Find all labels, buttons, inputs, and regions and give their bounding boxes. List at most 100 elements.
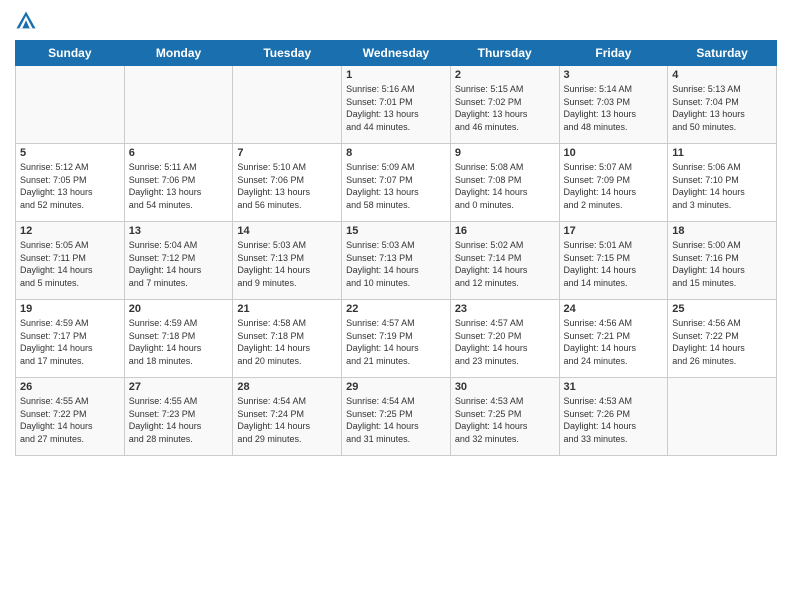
day-info: Sunrise: 5:10 AM Sunset: 7:06 PM Dayligh… [237,161,337,211]
day-info: Sunrise: 5:09 AM Sunset: 7:07 PM Dayligh… [346,161,446,211]
calendar-cell [16,66,125,144]
day-info: Sunrise: 4:57 AM Sunset: 7:20 PM Dayligh… [455,317,555,367]
day-number: 28 [237,381,337,393]
calendar-cell: 5 Sunrise: 5:12 AM Sunset: 7:05 PM Daylig… [16,144,125,222]
day-number: 30 [455,381,555,393]
day-info: Sunrise: 5:03 AM Sunset: 7:13 PM Dayligh… [346,239,446,289]
calendar-cell: 25 Sunrise: 4:56 AM Sunset: 7:22 PM Dayli… [668,300,777,378]
calendar-cell: 10 Sunrise: 5:07 AM Sunset: 7:09 PM Dayli… [559,144,668,222]
day-number: 24 [564,303,664,315]
calendar-week-5: 26 Sunrise: 4:55 AM Sunset: 7:22 PM Dayli… [16,378,777,456]
day-info: Sunrise: 4:56 AM Sunset: 7:22 PM Dayligh… [672,317,772,367]
day-number: 6 [129,147,229,159]
weekday-header-sunday: Sunday [16,41,125,66]
calendar-cell: 11 Sunrise: 5:06 AM Sunset: 7:10 PM Dayli… [668,144,777,222]
day-number: 17 [564,225,664,237]
day-info: Sunrise: 5:05 AM Sunset: 7:11 PM Dayligh… [20,239,120,289]
day-number: 12 [20,225,120,237]
calendar-cell: 14Sunrise: 5:03 AM Sunset: 7:13 PM Dayli… [233,222,342,300]
day-info: Sunrise: 5:07 AM Sunset: 7:09 PM Dayligh… [564,161,664,211]
day-info: Sunrise: 4:57 AM Sunset: 7:19 PM Dayligh… [346,317,446,367]
day-number: 23 [455,303,555,315]
day-info: Sunrise: 5:15 AM Sunset: 7:02 PM Dayligh… [455,83,555,133]
weekday-header-saturday: Saturday [668,41,777,66]
day-number: 4 [672,69,772,81]
calendar-cell: 19Sunrise: 4:59 AM Sunset: 7:17 PM Dayli… [16,300,125,378]
day-info: Sunrise: 4:54 AM Sunset: 7:25 PM Dayligh… [346,395,446,445]
calendar-cell: 6 Sunrise: 5:11 AM Sunset: 7:06 PM Daylig… [124,144,233,222]
logo [15,10,41,32]
day-info: Sunrise: 5:08 AM Sunset: 7:08 PM Dayligh… [455,161,555,211]
calendar-table: SundayMondayTuesdayWednesdayThursdayFrid… [15,40,777,456]
calendar-cell: 29 Sunrise: 4:54 AM Sunset: 7:25 PM Dayli… [342,378,451,456]
calendar-cell: 8 Sunrise: 5:09 AM Sunset: 7:07 PM Daylig… [342,144,451,222]
day-info: Sunrise: 4:53 AM Sunset: 7:26 PM Dayligh… [564,395,664,445]
day-info: Sunrise: 4:55 AM Sunset: 7:23 PM Dayligh… [129,395,229,445]
calendar-cell: 12 Sunrise: 5:05 AM Sunset: 7:11 PM Dayli… [16,222,125,300]
day-info: Sunrise: 5:14 AM Sunset: 7:03 PM Dayligh… [564,83,664,133]
day-info: Sunrise: 4:59 AM Sunset: 7:18 PM Dayligh… [129,317,229,367]
weekday-header-monday: Monday [124,41,233,66]
day-info: Sunrise: 5:01 AM Sunset: 7:15 PM Dayligh… [564,239,664,289]
day-info: Sunrise: 5:02 AM Sunset: 7:14 PM Dayligh… [455,239,555,289]
weekday-header-wednesday: Wednesday [342,41,451,66]
day-number: 5 [20,147,120,159]
day-number: 19 [20,303,120,315]
calendar-cell [124,66,233,144]
day-number: 9 [455,147,555,159]
day-number: 2 [455,69,555,81]
day-number: 3 [564,69,664,81]
day-number: 11 [672,147,772,159]
day-info: Sunrise: 4:56 AM Sunset: 7:21 PM Dayligh… [564,317,664,367]
calendar-cell [668,378,777,456]
day-number: 10 [564,147,664,159]
calendar-cell: 4 Sunrise: 5:13 AM Sunset: 7:04 PM Daylig… [668,66,777,144]
calendar-cell: 28 Sunrise: 4:54 AM Sunset: 7:24 PM Dayli… [233,378,342,456]
calendar-cell: 9 Sunrise: 5:08 AM Sunset: 7:08 PM Daylig… [450,144,559,222]
day-info: Sunrise: 5:16 AM Sunset: 7:01 PM Dayligh… [346,83,446,133]
weekday-header-tuesday: Tuesday [233,41,342,66]
day-info: Sunrise: 4:55 AM Sunset: 7:22 PM Dayligh… [20,395,120,445]
calendar-cell: 3 Sunrise: 5:14 AM Sunset: 7:03 PM Daylig… [559,66,668,144]
logo-icon [15,10,37,32]
day-number: 8 [346,147,446,159]
calendar-cell: 22Sunrise: 4:57 AM Sunset: 7:19 PM Dayli… [342,300,451,378]
day-number: 31 [564,381,664,393]
calendar-week-2: 5 Sunrise: 5:12 AM Sunset: 7:05 PM Daylig… [16,144,777,222]
calendar-cell: 24 Sunrise: 4:56 AM Sunset: 7:21 PM Dayli… [559,300,668,378]
calendar-cell [233,66,342,144]
day-number: 20 [129,303,229,315]
day-number: 18 [672,225,772,237]
calendar-cell: 30Sunrise: 4:53 AM Sunset: 7:25 PM Dayli… [450,378,559,456]
day-info: Sunrise: 5:04 AM Sunset: 7:12 PM Dayligh… [129,239,229,289]
day-number: 29 [346,381,446,393]
calendar-cell: 2 Sunrise: 5:15 AM Sunset: 7:02 PM Daylig… [450,66,559,144]
day-info: Sunrise: 5:12 AM Sunset: 7:05 PM Dayligh… [20,161,120,211]
day-info: Sunrise: 5:11 AM Sunset: 7:06 PM Dayligh… [129,161,229,211]
day-number: 27 [129,381,229,393]
day-info: Sunrise: 4:54 AM Sunset: 7:24 PM Dayligh… [237,395,337,445]
calendar-cell: 13 Sunrise: 5:04 AM Sunset: 7:12 PM Dayli… [124,222,233,300]
day-info: Sunrise: 5:03 AM Sunset: 7:13 PM Dayligh… [237,239,337,289]
day-number: 25 [672,303,772,315]
day-info: Sunrise: 5:00 AM Sunset: 7:16 PM Dayligh… [672,239,772,289]
calendar-cell: 1 Sunrise: 5:16 AM Sunset: 7:01 PM Daylig… [342,66,451,144]
calendar-cell: 17 Sunrise: 5:01 AM Sunset: 7:15 PM Dayli… [559,222,668,300]
calendar-cell: 23 Sunrise: 4:57 AM Sunset: 7:20 PM Dayli… [450,300,559,378]
day-number: 13 [129,225,229,237]
day-number: 1 [346,69,446,81]
calendar-week-3: 12 Sunrise: 5:05 AM Sunset: 7:11 PM Dayli… [16,222,777,300]
calendar-cell: 15 Sunrise: 5:03 AM Sunset: 7:13 PM Dayli… [342,222,451,300]
calendar-page: SundayMondayTuesdayWednesdayThursdayFrid… [0,0,792,612]
day-number: 26 [20,381,120,393]
weekday-header-friday: Friday [559,41,668,66]
day-number: 15 [346,225,446,237]
day-number: 21 [237,303,337,315]
calendar-cell: 16Sunrise: 5:02 AM Sunset: 7:14 PM Dayli… [450,222,559,300]
weekday-header-thursday: Thursday [450,41,559,66]
day-info: Sunrise: 5:13 AM Sunset: 7:04 PM Dayligh… [672,83,772,133]
calendar-cell: 18 Sunrise: 5:00 AM Sunset: 7:16 PM Dayli… [668,222,777,300]
calendar-cell: 26 Sunrise: 4:55 AM Sunset: 7:22 PM Dayli… [16,378,125,456]
day-info: Sunrise: 5:06 AM Sunset: 7:10 PM Dayligh… [672,161,772,211]
calendar-cell: 7Sunrise: 5:10 AM Sunset: 7:06 PM Daylig… [233,144,342,222]
